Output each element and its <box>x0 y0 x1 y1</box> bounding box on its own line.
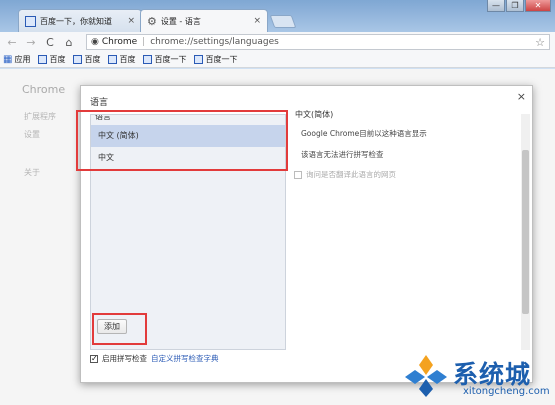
translate-option-label: 询问是否翻译此语言的网页 <box>306 170 396 179</box>
browser-toolbar: ← → C ⌂ ◉ Chrome | chrome://settings/lan… <box>0 32 555 52</box>
baidu-favicon-icon <box>143 55 153 64</box>
gear-icon: ⚙ <box>147 14 157 28</box>
sidebar-item-settings[interactable]: 设置 <box>24 129 40 140</box>
maximize-button[interactable]: ❐ <box>506 0 524 12</box>
baidu-favicon-icon <box>108 55 118 64</box>
minimize-button[interactable]: — <box>487 0 505 12</box>
tab-settings-languages[interactable]: ⚙ 设置 - 语言 × <box>140 9 268 32</box>
scrollbar-thumb[interactable] <box>522 150 529 314</box>
bookmark-label: 百度一下 <box>154 55 187 64</box>
spellcheck-unavailable-text: 该语言无法进行拼写检查 <box>301 150 384 159</box>
spellcheck-row: ✓ 启用拼写检查 自定义拼写检查字典 <box>90 353 219 364</box>
translate-option[interactable]: 询问是否翻译此语言的网页 <box>294 169 396 180</box>
bookmark-label: 百度一下 <box>205 55 238 64</box>
bookmark-label: 百度 <box>84 55 101 64</box>
bookmark-star-icon[interactable]: ☆ <box>535 36 545 49</box>
forward-button[interactable]: → <box>24 36 38 49</box>
dialog-close-icon[interactable]: × <box>517 90 526 103</box>
tab-title: 设置 - 语言 <box>160 16 201 26</box>
page-info-icon[interactable]: ◉ <box>91 37 99 47</box>
translate-checkbox[interactable] <box>294 170 302 179</box>
home-button[interactable]: ⌂ <box>62 36 76 49</box>
xitongcheng-watermark: 系统城 xitongcheng.com <box>403 353 553 405</box>
close-window-button[interactable]: ✕ <box>525 0 551 12</box>
bookmark-label: 百度 <box>49 55 66 64</box>
watermark-url: xitongcheng.com <box>463 386 550 397</box>
address-bar[interactable]: ◉ Chrome | chrome://settings/languages ☆ <box>86 34 550 50</box>
baidu-favicon-icon <box>25 15 36 27</box>
baidu-favicon-icon <box>38 55 48 64</box>
settings-brand: Chrome <box>22 83 66 96</box>
bookmark-item[interactable]: 百度一下 <box>143 54 186 65</box>
watermark-logo-icon <box>405 355 447 397</box>
dialog-title: 语言 <box>90 98 109 108</box>
tab-close-icon[interactable]: × <box>127 16 135 26</box>
address-origin-label: Chrome <box>101 37 138 47</box>
bookmark-label: 应用 <box>14 55 31 64</box>
display-language-text: Google Chrome目前以这种语言显示 <box>301 129 427 138</box>
baidu-favicon-icon <box>194 55 204 64</box>
window-controls: — ❐ ✕ <box>487 0 551 12</box>
address-url[interactable]: chrome://settings/languages <box>150 37 279 47</box>
address-separator: | <box>142 37 146 47</box>
sidebar-item-about[interactable]: 关于 <box>24 167 40 178</box>
bookmarks-bar: ▦ 应用 百度 百度 百度 百度一下 百度一下 <box>0 52 555 68</box>
tab-title: 百度一下，你就知道 <box>40 16 112 26</box>
bookmark-item[interactable]: 百度 <box>73 54 100 65</box>
reload-button[interactable]: C <box>43 36 57 49</box>
apps-grid-icon: ▦ <box>3 54 13 65</box>
language-details-header: 中文(简体) <box>295 110 334 119</box>
bookmark-apps[interactable]: ▦ 应用 <box>3 54 30 65</box>
language-details-panel: 中文(简体) Google Chrome目前以这种语言显示 该语言无法进行拼写检… <box>291 110 521 350</box>
bookmark-label: 百度 <box>119 55 136 64</box>
bookmark-item[interactable]: 百度 <box>38 54 65 65</box>
custom-dictionary-link[interactable]: 自定义拼写检查字典 <box>151 353 219 364</box>
tab-close-icon[interactable]: × <box>253 16 261 26</box>
tab-baidu[interactable]: 百度一下，你就知道 × <box>18 9 142 32</box>
title-bar: 百度一下，你就知道 × ⚙ 设置 - 语言 × — ❐ ✕ <box>0 0 555 32</box>
back-button[interactable]: ← <box>5 36 19 49</box>
spellcheck-checkbox[interactable]: ✓ <box>90 354 98 363</box>
new-tab-button[interactable] <box>269 15 297 28</box>
bookmark-item[interactable]: 百度一下 <box>194 54 237 65</box>
sidebar-item-extensions[interactable]: 扩展程序 <box>24 111 56 122</box>
spellcheck-label: 启用拼写检查 <box>102 354 147 363</box>
bookmark-item[interactable]: 百度 <box>108 54 135 65</box>
baidu-favicon-icon <box>73 55 83 64</box>
dialog-scrollbar[interactable] <box>521 114 530 350</box>
highlight-language-list <box>76 110 288 171</box>
highlight-add-button <box>92 313 147 345</box>
